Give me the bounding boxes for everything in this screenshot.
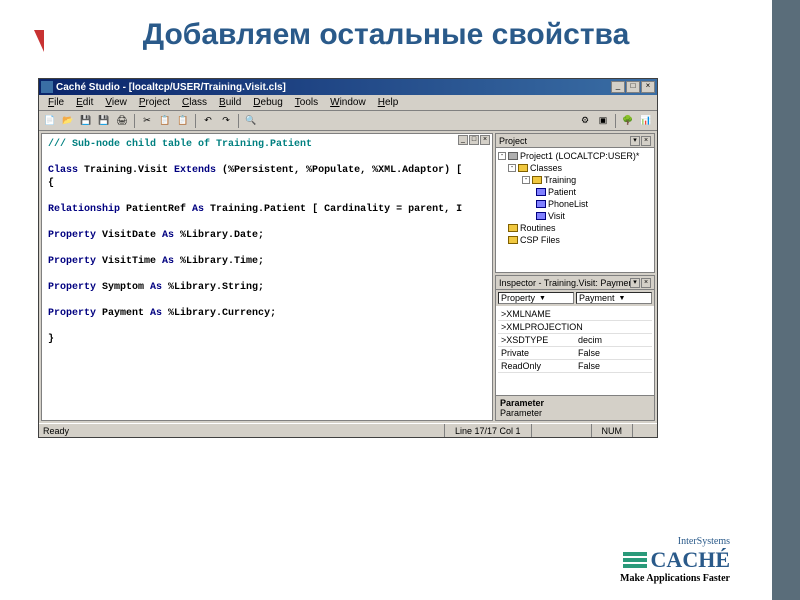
status-position: Line 17/17 Col 1 bbox=[444, 424, 531, 437]
tree-expand-icon[interactable]: - bbox=[508, 164, 516, 172]
tb-print-icon[interactable]: 🖨 bbox=[114, 113, 130, 129]
close-button[interactable]: × bbox=[641, 81, 655, 93]
menu-edit[interactable]: Edit bbox=[71, 96, 98, 109]
toolbar: 📄 📂 💾 💾 🖨 ✂ 📋 📋 ↶ ↷ 🔍 ⚙ ▣ 🌳 📊 bbox=[39, 111, 657, 131]
cache-studio-window: Caché Studio - [localtcp/USER/Training.V… bbox=[38, 78, 658, 438]
tb-build-icon[interactable]: ▣ bbox=[595, 113, 611, 129]
maximize-button[interactable]: □ bbox=[626, 81, 640, 93]
tb-compile-icon[interactable]: ⚙ bbox=[577, 113, 593, 129]
tb-save-icon[interactable]: 💾 bbox=[78, 113, 94, 129]
tb-find-icon[interactable]: 🔍 bbox=[243, 113, 259, 129]
status-ready: Ready bbox=[43, 426, 444, 436]
tb-copy-icon[interactable]: 📋 bbox=[157, 113, 173, 129]
slide-accent-wedge bbox=[34, 30, 44, 52]
class-icon bbox=[536, 188, 546, 196]
tb-inspector-icon[interactable]: 📊 bbox=[638, 113, 654, 129]
menu-debug[interactable]: Debug bbox=[248, 96, 287, 109]
menu-tools[interactable]: Tools bbox=[290, 96, 323, 109]
tb-undo-icon[interactable]: ↶ bbox=[200, 113, 216, 129]
inspector-grid[interactable]: >XMLNAME >XMLPROJECTION >XSDTYPEdecim Pr… bbox=[496, 306, 654, 395]
mdi-restore-button[interactable]: □ bbox=[469, 135, 479, 145]
inspector-member-dropdown[interactable]: Payment▼ bbox=[576, 292, 652, 304]
inspector-panel-close-icon[interactable]: × bbox=[641, 278, 651, 288]
menu-window[interactable]: Window bbox=[325, 96, 371, 109]
folder-icon bbox=[508, 236, 518, 244]
class-icon bbox=[536, 212, 546, 220]
window-titlebar[interactable]: Caché Studio - [localtcp/USER/Training.V… bbox=[39, 79, 657, 95]
status-bar: Ready Line 17/17 Col 1 NUM bbox=[39, 423, 657, 437]
tb-tree-icon[interactable]: 🌳 bbox=[620, 113, 636, 129]
tree-expand-icon[interactable]: - bbox=[498, 152, 506, 160]
inspector-panel: Inspector - Training.Visit: Paymen ▾ × P… bbox=[495, 275, 655, 421]
window-title: Caché Studio - [localtcp/USER/Training.V… bbox=[56, 82, 611, 93]
logo-bars-icon bbox=[623, 552, 647, 568]
project-icon bbox=[508, 152, 518, 160]
project-panel-close-icon[interactable]: × bbox=[641, 136, 651, 146]
menu-class[interactable]: Class bbox=[177, 96, 212, 109]
tree-expand-icon[interactable]: - bbox=[522, 176, 530, 184]
code-content[interactable]: /// Sub-node child table of Training.Pat… bbox=[42, 134, 492, 350]
project-panel-pin-icon[interactable]: ▾ bbox=[630, 136, 640, 146]
menu-build[interactable]: Build bbox=[214, 96, 246, 109]
inspector-panel-pin-icon[interactable]: ▾ bbox=[630, 278, 640, 288]
mdi-minimize-button[interactable]: _ bbox=[458, 135, 468, 145]
intersystems-logo: InterSystems CACHÉ Make Applications Fas… bbox=[620, 536, 730, 584]
mdi-close-button[interactable]: × bbox=[480, 135, 490, 145]
minimize-button[interactable]: _ bbox=[611, 81, 625, 93]
tb-paste-icon[interactable]: 📋 bbox=[175, 113, 191, 129]
project-tree[interactable]: -Project1 (LOCALTCP:USER)* -Classes -Tra… bbox=[496, 148, 654, 272]
tb-cut-icon[interactable]: ✂ bbox=[139, 113, 155, 129]
menu-help[interactable]: Help bbox=[373, 96, 404, 109]
inspector-type-dropdown[interactable]: Property▼ bbox=[498, 292, 574, 304]
tb-saveall-icon[interactable]: 💾 bbox=[96, 113, 112, 129]
folder-icon bbox=[532, 176, 542, 184]
tb-new-icon[interactable]: 📄 bbox=[42, 113, 58, 129]
tb-open-icon[interactable]: 📂 bbox=[60, 113, 76, 129]
project-panel: Project ▾ × -Project1 (LOCALTCP:USER)* -… bbox=[495, 133, 655, 273]
app-icon bbox=[41, 81, 53, 93]
inspector-panel-title: Inspector - Training.Visit: Paymen bbox=[499, 278, 630, 288]
project-panel-title: Project bbox=[499, 136, 527, 146]
menu-view[interactable]: View bbox=[100, 96, 132, 109]
inspector-help: Parameter Parameter bbox=[496, 395, 654, 420]
status-numlock: NUM bbox=[591, 424, 633, 437]
menu-project[interactable]: Project bbox=[134, 96, 175, 109]
class-icon bbox=[536, 200, 546, 208]
menu-bar: File Edit View Project Class Build Debug… bbox=[39, 95, 657, 111]
slide-title: Добавляем остальные свойства bbox=[0, 0, 772, 62]
menu-file[interactable]: File bbox=[43, 96, 69, 109]
folder-icon bbox=[508, 224, 518, 232]
tb-redo-icon[interactable]: ↷ bbox=[218, 113, 234, 129]
code-editor[interactable]: _ □ × /// Sub-node child table of Traini… bbox=[41, 133, 493, 421]
folder-icon bbox=[518, 164, 528, 172]
